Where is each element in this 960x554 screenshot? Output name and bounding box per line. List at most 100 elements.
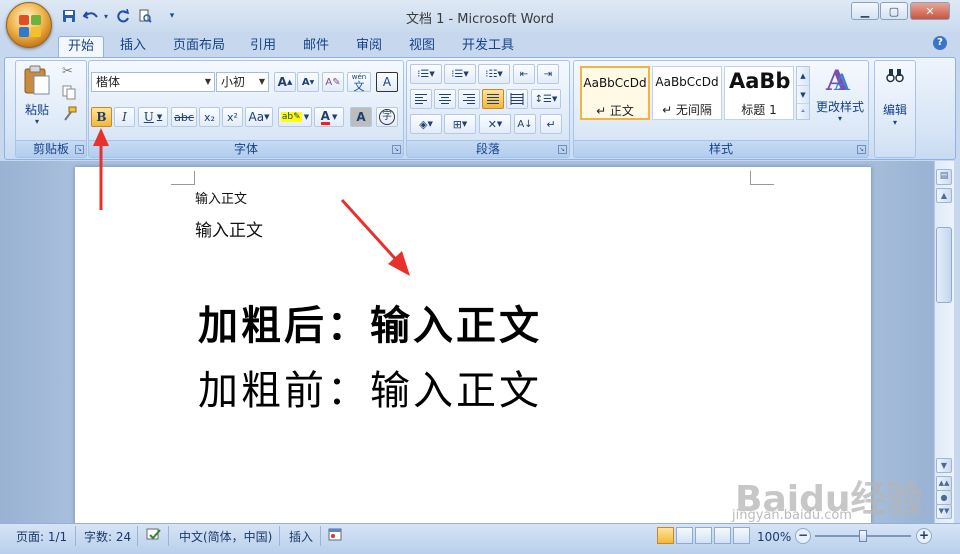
zoom-in-icon[interactable]: + (916, 528, 932, 544)
justify-icon[interactable] (482, 89, 504, 109)
bullets-button[interactable]: ⁝☰ ▼ (410, 64, 442, 84)
close-button[interactable]: ✕ (910, 2, 950, 20)
tab-mailings[interactable]: 邮件 (294, 36, 338, 57)
styles-scroll-down-icon[interactable]: ▼ (797, 85, 809, 103)
tab-references[interactable]: 引用 (241, 36, 285, 57)
scroll-up-icon[interactable]: ▲ (936, 188, 952, 203)
format-painter-icon[interactable] (62, 106, 78, 122)
show-marks-icon[interactable]: ↵ (540, 114, 562, 134)
language-indicator[interactable]: 中文(简体，中国) (179, 528, 272, 546)
status-bar (0, 523, 960, 554)
tab-home[interactable]: 开始 (58, 36, 105, 58)
previous-page-icon[interactable]: ▲▲ (936, 476, 952, 491)
character-shading-button[interactable]: A (350, 107, 372, 127)
font-size-select[interactable]: 小初 ▼ (216, 72, 269, 92)
document-normal-line: 加粗前：输入正文 (198, 368, 542, 414)
zoom-slider-thumb[interactable] (859, 530, 867, 542)
font-group-label: 字体 (89, 140, 403, 157)
full-screen-reading-view-icon[interactable] (676, 527, 693, 544)
tab-page-layout[interactable]: 页面布局 (164, 36, 234, 57)
enclose-characters-icon: 字 (379, 109, 395, 125)
style-normal-preview: AaBbCcDd (583, 76, 647, 90)
editing-group[interactable]: 编辑 ▾ (874, 60, 916, 158)
office-button[interactable] (6, 2, 52, 48)
font-launcher-icon[interactable]: ↘ (392, 145, 401, 154)
tab-view[interactable]: 视图 (400, 36, 444, 57)
character-border-button[interactable]: A (376, 72, 398, 92)
next-page-icon[interactable]: ▼▼ (936, 504, 952, 519)
sort-icon[interactable]: A↓ (514, 114, 536, 134)
maximize-button[interactable]: ▢ (880, 2, 908, 20)
strikethrough-button[interactable]: abc (171, 107, 197, 127)
tab-review[interactable]: 审阅 (347, 36, 391, 57)
page-count[interactable]: 页面: 1/1 (16, 528, 67, 546)
insert-mode[interactable]: 插入 (289, 528, 313, 546)
superscript-button[interactable]: x² (222, 107, 243, 127)
distributed-icon[interactable] (506, 89, 528, 109)
copy-icon[interactable] (62, 85, 78, 101)
style-no-spacing[interactable]: AaBbCcDd ↵ 无间隔 (652, 66, 722, 120)
shading-icon: ◈ (419, 117, 428, 131)
decrease-indent-icon[interactable]: ⇤ (513, 64, 535, 84)
line-spacing-button[interactable]: ↕☰ ▼ (531, 89, 561, 109)
document-line-2: 输入正文 (195, 221, 263, 241)
tab-insert[interactable]: 插入 (111, 36, 155, 57)
scroll-thumb[interactable] (936, 227, 952, 303)
shading-button[interactable]: ◈ ▼ (410, 114, 442, 134)
phonetic-guide-button[interactable]: wén 文 (347, 72, 371, 92)
style-normal[interactable]: AaBbCcDd ↵ 正文 (580, 66, 650, 120)
chinese-layout-button[interactable]: ✕ ▼ (479, 114, 511, 134)
bold-button[interactable]: B (91, 107, 112, 127)
grow-font-button[interactable]: A ▲ (274, 72, 296, 92)
clipboard-launcher-icon[interactable]: ↘ (75, 145, 84, 154)
minimize-button[interactable]: ▁ (851, 2, 879, 20)
style-no-spacing-name: ↵ 无间隔 (662, 103, 712, 117)
styles-scroll[interactable]: ▲ ▼ ⩡ (796, 66, 810, 120)
scroll-down-icon[interactable]: ▼ (936, 458, 952, 473)
align-center-icon[interactable] (434, 89, 456, 109)
font-name-select[interactable]: 楷体 ▼ (91, 72, 215, 92)
web-layout-view-icon[interactable] (695, 527, 712, 544)
print-layout-view-icon[interactable] (657, 527, 674, 544)
numbering-button[interactable]: ⁝☰ ▼ (444, 64, 476, 84)
font-color-button[interactable]: A ▼ (314, 107, 344, 127)
ruler-toggle-icon[interactable]: ▤ (936, 169, 952, 185)
highlight-button[interactable]: ab✎ ▼ (278, 107, 312, 127)
change-styles-button[interactable]: AA 更改样式 ▾ (813, 62, 867, 132)
font-size-dropdown-icon: ▼ (258, 77, 265, 86)
margin-mark-left (171, 171, 195, 185)
macro-record-icon[interactable] (328, 528, 346, 546)
draft-view-icon[interactable] (733, 527, 750, 544)
outline-view-icon[interactable] (714, 527, 731, 544)
margin-mark-right (750, 171, 774, 185)
italic-button[interactable]: I (114, 107, 135, 127)
styles-scroll-up-icon[interactable]: ▲ (797, 67, 809, 85)
zoom-out-icon[interactable]: − (795, 528, 811, 544)
word-count[interactable]: 字数: 24 (84, 528, 131, 546)
clear-formatting-button[interactable]: A✎ (322, 72, 344, 92)
borders-button[interactable]: ⊞ ▼ (444, 114, 476, 134)
window-title: 文档 1 - Microsoft Word (405, 12, 555, 27)
multilevel-list-button[interactable]: ⁝☷ ▼ (478, 64, 510, 84)
styles-launcher-icon[interactable]: ↘ (857, 145, 866, 154)
underline-button[interactable]: U ▼ (138, 107, 168, 127)
paste-button[interactable]: 粘贴 ▾ (20, 63, 54, 133)
increase-indent-icon[interactable]: ⇥ (537, 64, 559, 84)
cut-icon[interactable]: ✂ (62, 64, 78, 80)
tab-developer[interactable]: 开发工具 (453, 36, 523, 57)
align-right-icon[interactable] (458, 89, 480, 109)
enclose-characters-button[interactable]: 字 (376, 107, 398, 127)
proofing-icon[interactable] (146, 528, 164, 546)
subscript-button[interactable]: x₂ (199, 107, 220, 127)
change-case-button[interactable]: Aa ▼ (245, 107, 273, 127)
help-icon[interactable]: ? (933, 36, 947, 50)
align-left-icon[interactable] (410, 89, 432, 109)
shrink-font-button[interactable]: A ▼ (297, 72, 319, 92)
status-separator (137, 526, 138, 546)
select-browse-object-icon[interactable]: ● (936, 490, 952, 505)
styles-more-icon[interactable]: ⩡ (797, 103, 809, 119)
style-heading-1[interactable]: AaBb 标题 1 (724, 66, 794, 120)
paragraph-launcher-icon[interactable]: ↘ (558, 145, 567, 154)
zoom-level[interactable]: 100% (757, 528, 791, 546)
status-separator (75, 526, 76, 546)
